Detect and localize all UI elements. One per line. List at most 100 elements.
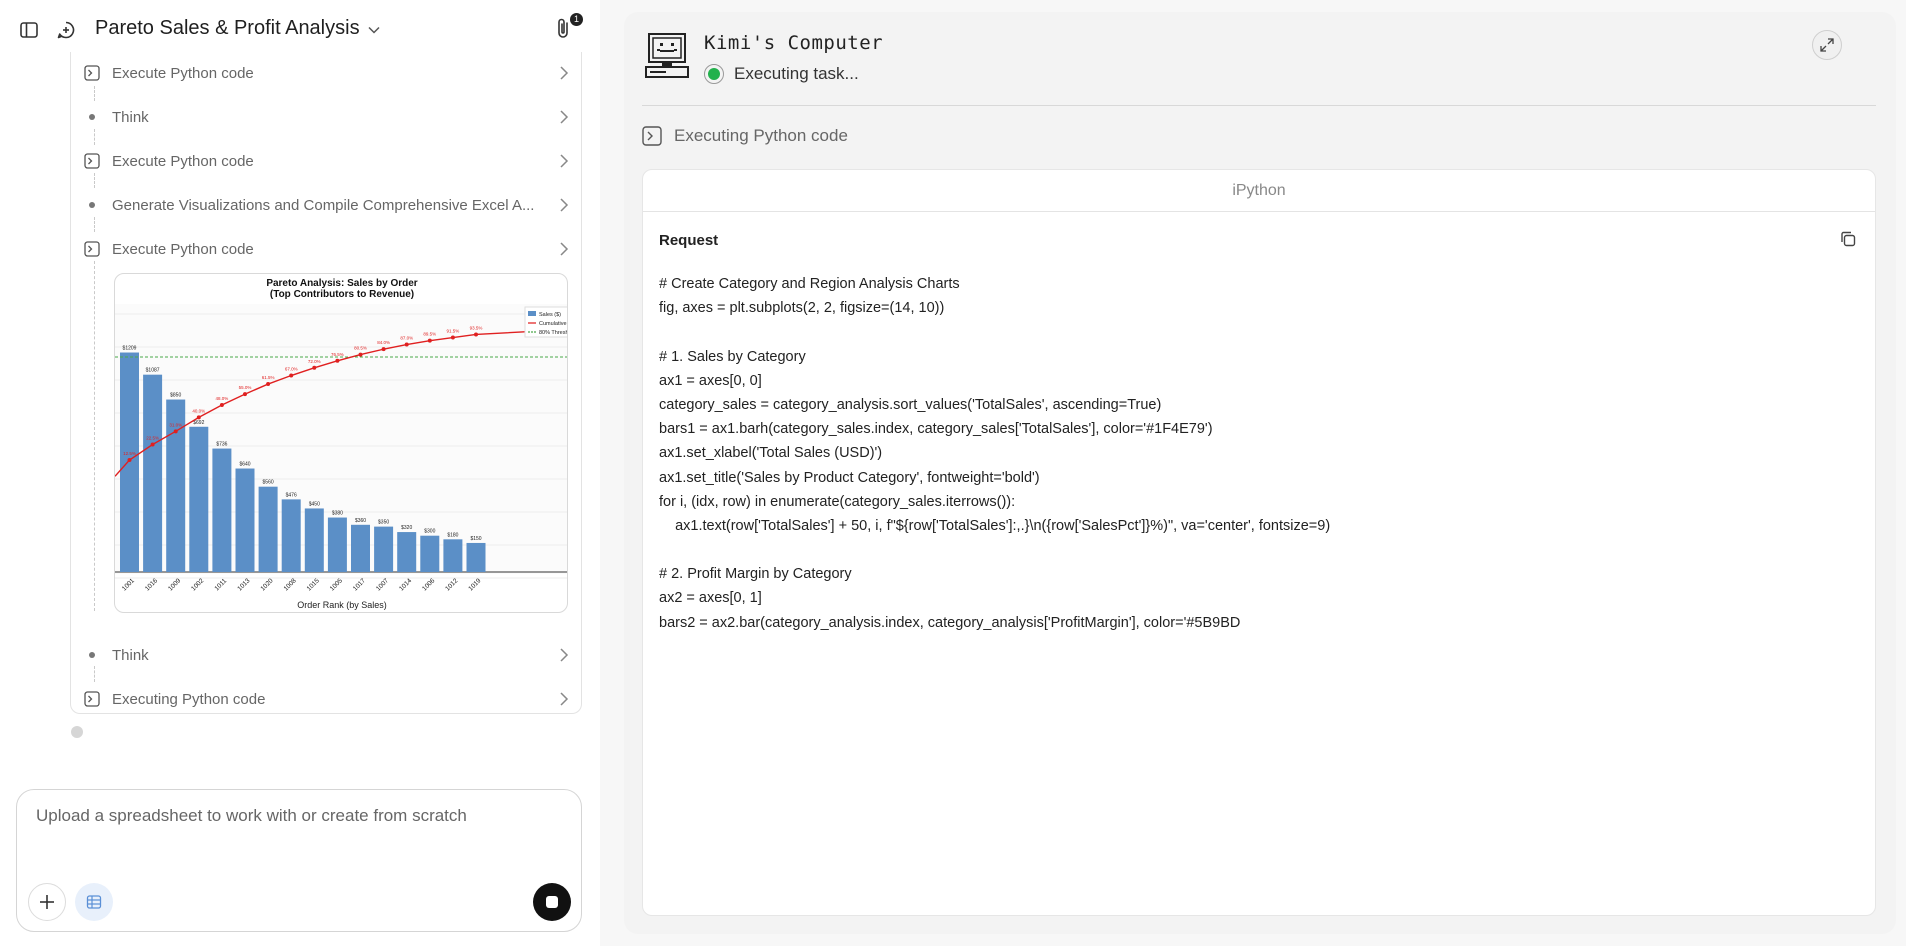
x-tick-label: 1011 [213, 577, 228, 592]
bullet-icon [89, 114, 95, 120]
chevron-right-icon [558, 646, 570, 664]
step-label: Generate Visualizations and Compile Comp… [112, 196, 535, 214]
bar-value-label: $180 [447, 532, 458, 538]
x-tick-label: 1002 [190, 577, 205, 592]
cumulative-label: 40.0% [192, 408, 205, 413]
cumulative-label: 80.5% [354, 346, 367, 351]
x-tick-label: 1007 [375, 577, 390, 592]
chart-title-line1: Pareto Analysis: Sales by Order [266, 278, 417, 289]
x-tick-label: 1006 [421, 577, 436, 592]
bar-value-label: $350 [378, 520, 389, 526]
chevron-right-icon [558, 152, 570, 170]
chart-bar [327, 517, 347, 572]
chevron-right-icon [558, 690, 570, 708]
chart-bar [466, 542, 486, 572]
code-line: ax1 = axes[0, 0] [659, 372, 762, 389]
x-tick-label: 1019 [467, 577, 482, 592]
spreadsheet-mode-button[interactable] [75, 883, 113, 921]
chart-bar [351, 524, 370, 572]
copy-button[interactable] [1839, 230, 1859, 250]
chat-header: Pareto Sales & Profit Analysis 1 [0, 0, 600, 60]
message-composer[interactable]: Upload a spreadsheet to work with or cre… [16, 789, 582, 932]
stop-icon [546, 896, 558, 908]
bullet-icon [89, 652, 95, 658]
table-icon [86, 895, 102, 909]
terminal-icon [84, 153, 100, 169]
cumulative-label: 31.0% [169, 422, 182, 427]
computer-icon [644, 32, 690, 80]
pareto-chart-thumbnail[interactable]: Pareto Analysis: Sales by Order (Top Con… [114, 273, 568, 613]
cumulative-label: 55.0% [239, 385, 252, 390]
code-line: ax1.set_xlabel('Total Sales (USD)') [659, 445, 883, 462]
bar-value-label: $150 [470, 536, 481, 542]
chat-panel: Pareto Sales & Profit Analysis 1 Execute… [0, 0, 600, 946]
cumulative-point [150, 442, 155, 447]
cumulative-point [450, 335, 455, 340]
cumulative-point [219, 402, 224, 407]
chevron-right-icon [558, 240, 570, 258]
current-action-label: Executing Python code [674, 126, 848, 145]
computer-panel: Kimi's Computer Executing task... Execut… [624, 12, 1896, 934]
header-divider [642, 105, 1876, 106]
attachment-button[interactable]: 1 [553, 13, 583, 43]
terminal-icon [84, 241, 100, 257]
x-tick-label: 1016 [144, 577, 159, 592]
step-item[interactable]: Generate Visualizations and Compile Comp… [84, 190, 572, 220]
chevron-right-icon [558, 64, 570, 82]
cumulative-point [266, 382, 271, 387]
step-label: Execute Python code [112, 152, 254, 170]
bar-value-label: $450 [309, 501, 320, 507]
chart-bar [304, 508, 324, 572]
x-tick-label: 1013 [236, 577, 251, 592]
step-label: Think [112, 108, 149, 126]
x-tick-label: 1015 [306, 577, 321, 592]
cumulative-point [127, 458, 132, 462]
code-line: bars1 = ax1.barh(category_sales.index, c… [659, 421, 1213, 438]
sidebar-toggle-icon[interactable] [18, 19, 40, 41]
chart-bar [281, 499, 301, 572]
cumulative-label: 89.5% [423, 332, 436, 337]
chat-title[interactable]: Pareto Sales & Profit Analysis [95, 17, 380, 40]
step-item[interactable]: Execute Python code [84, 234, 572, 264]
x-tick-label: 1008 [283, 577, 298, 592]
chart-bar [212, 448, 232, 572]
cumulative-label: 91.5% [447, 329, 460, 334]
composer-placeholder[interactable]: Upload a spreadsheet to work with or cre… [36, 806, 467, 826]
cumulative-label: 76.5% [331, 352, 344, 357]
code-line: ax2 = axes[0, 1] [659, 590, 762, 607]
new-chat-icon[interactable] [55, 19, 77, 41]
cumulative-label: 22.5% [146, 436, 159, 441]
x-tick-label: 1017 [352, 577, 367, 592]
pareto-chart: Pareto Analysis: Sales by Order (Top Con… [115, 278, 567, 610]
chart-bar [420, 535, 440, 572]
status-indicator-icon [704, 64, 724, 84]
expand-button[interactable] [1812, 30, 1842, 60]
code-line: category_sales = category_analysis.sort_… [659, 396, 1162, 413]
step-label: Execute Python code [112, 64, 254, 82]
step-item[interactable]: Executing Python code [84, 684, 572, 714]
chart-bar [143, 374, 163, 572]
add-button[interactable] [28, 883, 66, 921]
cumulative-label: 84.0% [377, 340, 390, 345]
chevron-right-icon [558, 196, 570, 214]
code-line: fig, axes = plt.subplots(2, 2, figsize=(… [659, 300, 945, 317]
x-tick-label: 1001 [121, 577, 136, 592]
cumulative-point [404, 342, 409, 347]
chart-xlabel: Order Rank (by Sales) [297, 600, 387, 610]
step-item[interactable]: Execute Python code [84, 58, 572, 88]
attachment-count-badge: 1 [570, 13, 583, 26]
stop-button[interactable] [533, 883, 571, 921]
step-item[interactable]: Think [84, 640, 572, 670]
step-label: Think [112, 646, 149, 664]
cumulative-point [427, 338, 432, 343]
step-item[interactable]: Think [84, 102, 572, 132]
step-item[interactable]: Execute Python code [84, 146, 572, 176]
cumulative-point [243, 392, 247, 397]
code-line: # 2. Profit Margin by Category [659, 566, 852, 583]
bar-value-label: $736 [216, 442, 227, 448]
cumulative-label: 93.5% [470, 325, 483, 330]
cumulative-label: 48.0% [216, 396, 229, 401]
cumulative-label: 87.0% [400, 336, 413, 341]
step-label: Executing Python code [112, 690, 266, 708]
bar-value-label: $850 [170, 393, 181, 399]
